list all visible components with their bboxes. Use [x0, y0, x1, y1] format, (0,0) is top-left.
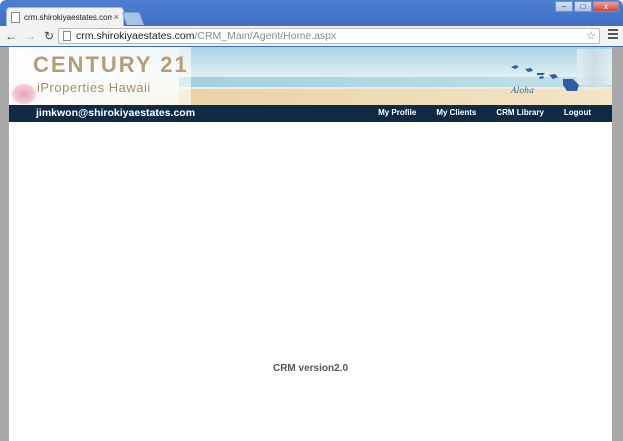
address-bar[interactable]: crm.shirokiyaestates.com /CRM_Main/Agent… — [58, 28, 600, 44]
browser-tab[interactable]: crm.shirokiyaestates.com × — [6, 7, 124, 26]
forward-icon[interactable]: → — [22, 29, 38, 43]
minimize-button[interactable]: – — [555, 1, 573, 12]
aloha-tagline: Aloha — [511, 86, 535, 95]
page-favicon-icon — [11, 11, 20, 23]
url-path: /CRM_Main/Agent/Home.aspx — [194, 30, 337, 42]
new-tab-button[interactable] — [121, 12, 145, 25]
page-gutter-right — [612, 47, 623, 441]
logo[interactable]: CENTURY 21 iProperties Hawaii — [9, 47, 191, 105]
user-email: jimkwon@shirokiyaestates.com — [36, 107, 196, 119]
flower-decoration — [11, 83, 37, 105]
brand-subtitle: iProperties Hawaii — [37, 80, 151, 95]
page-icon — [63, 31, 71, 41]
tab-close-icon[interactable]: × — [114, 12, 119, 22]
reload-icon[interactable]: ↻ — [41, 29, 57, 43]
browser-menu-icon[interactable] — [608, 29, 618, 41]
tab-strip: crm.shirokiyaestates.com × – □ x — [0, 0, 623, 26]
top-navbar: jimkwon@shirokiyaestates.com My Profile … — [9, 105, 612, 122]
bookmark-star-icon[interactable]: ☆ — [586, 29, 596, 42]
window-controls: – □ x — [555, 1, 619, 12]
page-gutter-left — [0, 47, 9, 441]
header-banner: CENTURY 21 iProperties Hawaii Aloha — [9, 47, 612, 105]
maximize-button[interactable]: □ — [574, 1, 592, 12]
page-viewport: CENTURY 21 iProperties Hawaii Aloha jimk… — [9, 47, 612, 441]
tab-title: crm.shirokiyaestates.com — [24, 12, 112, 22]
crm-version-label: CRM version2.0 — [272, 363, 349, 374]
nav-logout[interactable]: Logout — [564, 108, 591, 117]
back-icon[interactable]: ← — [3, 29, 19, 43]
nav-my-clients[interactable]: My Clients — [436, 108, 476, 117]
nav-my-profile[interactable]: My Profile — [378, 108, 416, 117]
browser-toolbar: ← → ↻ crm.shirokiyaestates.com /CRM_Main… — [0, 26, 623, 46]
nav-crm-library[interactable]: CRM Library — [496, 108, 544, 117]
nav-links: My Profile My Clients CRM Library Logout — [358, 108, 591, 117]
brand-name: CENTURY 21 — [33, 52, 189, 77]
close-window-button[interactable]: x — [593, 1, 619, 12]
url-host: crm.shirokiyaestates.com — [76, 30, 195, 42]
